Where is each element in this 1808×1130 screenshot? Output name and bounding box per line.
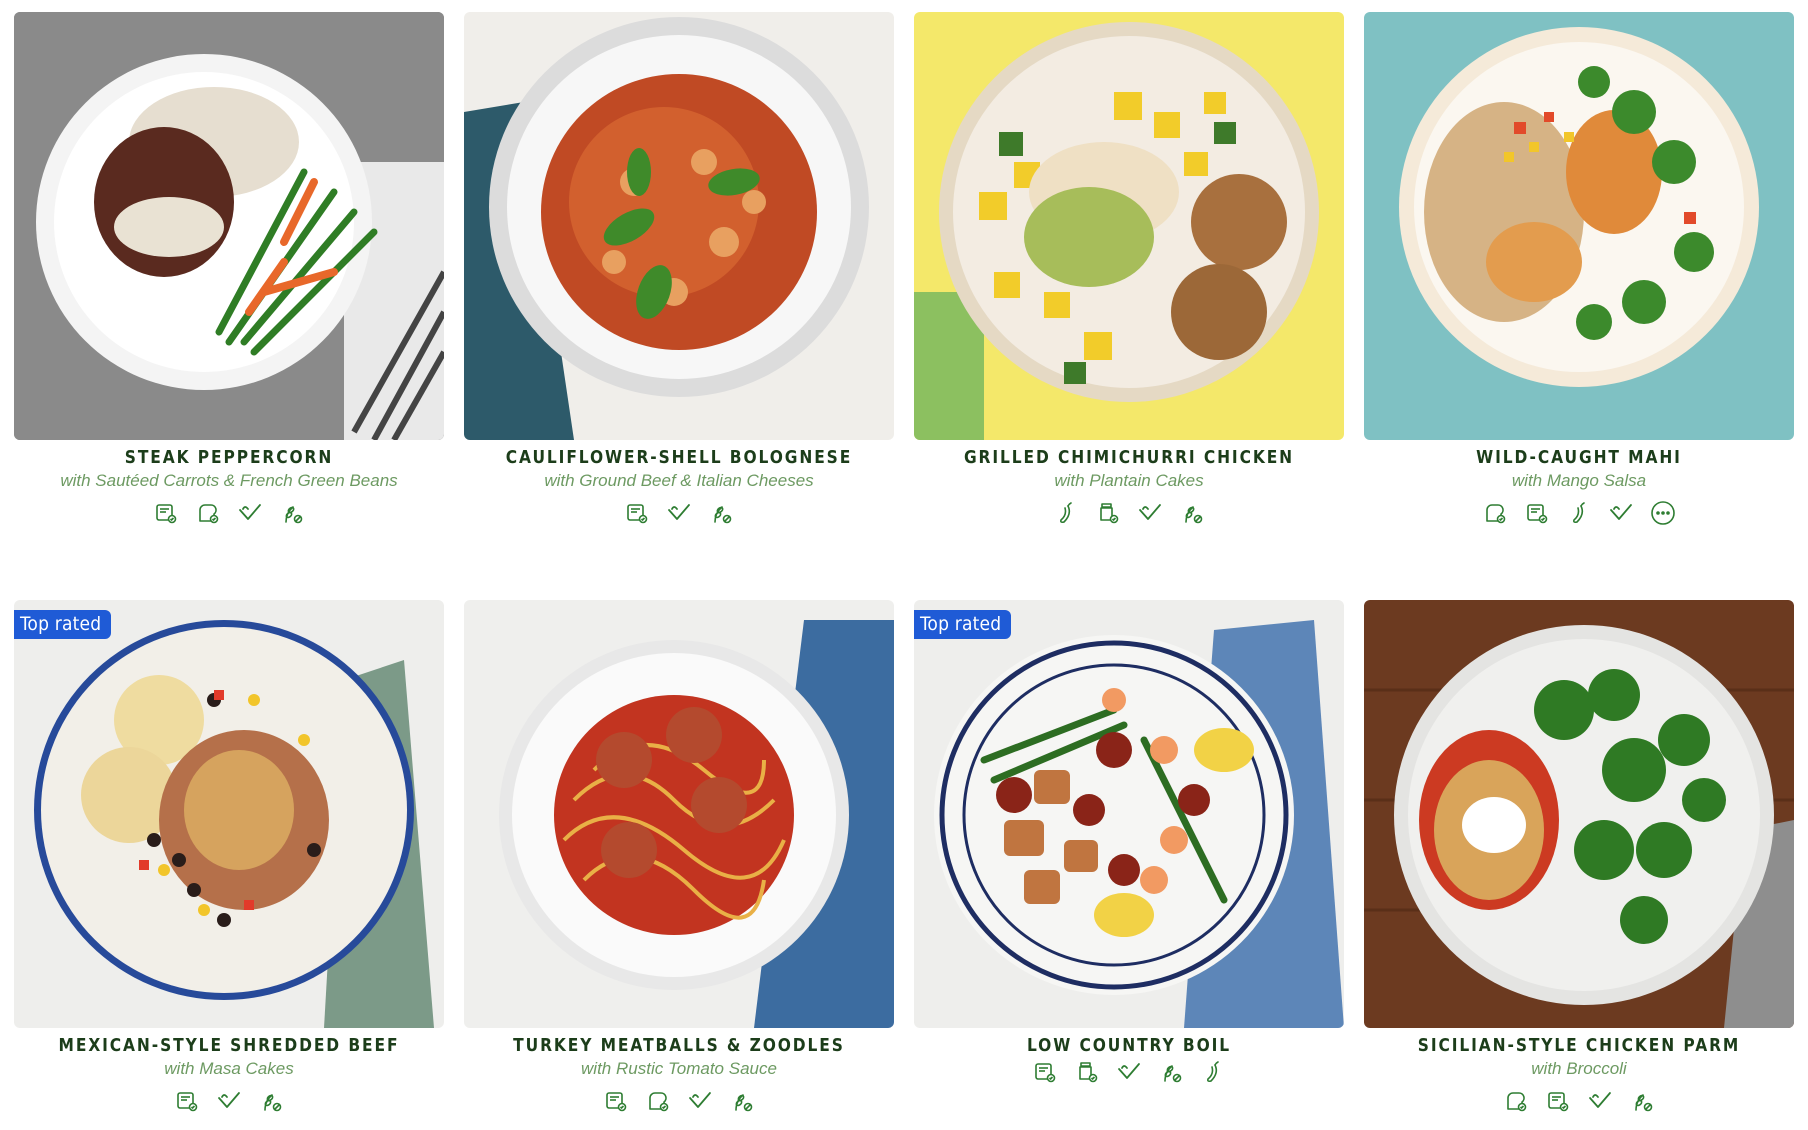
meal-photo[interactable] (1364, 12, 1794, 440)
meal-attribute-icons (14, 1087, 444, 1115)
chili-icon (1053, 500, 1079, 526)
meal-attribute-icons (464, 1087, 894, 1115)
heart-check-icon (237, 500, 263, 526)
heart-check-icon (216, 1088, 242, 1114)
meal-card[interactable]: Top rated LOW COUNTRY BOIL (914, 600, 1344, 1120)
recipe-card-icon (603, 1088, 629, 1114)
meal-photo[interactable] (464, 12, 894, 440)
gluten-free-icon (708, 500, 734, 526)
bread-icon (645, 1088, 671, 1114)
heart-check-icon (1137, 500, 1163, 526)
heart-check-icon (1116, 1059, 1142, 1085)
recipe-card-icon (1545, 1088, 1571, 1114)
meal-title[interactable]: TURKEY MEATBALLS & ZOODLES (494, 1035, 864, 1056)
gluten-free-icon (279, 500, 305, 526)
meal-title[interactable]: GRILLED CHIMICHURRI CHICKEN (944, 447, 1314, 468)
recipe-card-icon (153, 500, 179, 526)
meal-title[interactable]: CAULIFLOWER-SHELL BOLOGNESE (494, 447, 864, 468)
meal-title[interactable]: STEAK PEPPERCORN (44, 447, 414, 468)
chili-icon (1566, 500, 1592, 526)
bread-icon (195, 500, 221, 526)
meal-photo[interactable] (1364, 600, 1794, 1028)
meal-title[interactable]: SICILIAN-STYLE CHICKEN PARM (1394, 1035, 1764, 1056)
meal-photo[interactable]: Top rated (914, 600, 1344, 1028)
gluten-free-icon (729, 1088, 755, 1114)
jar-icon (1095, 500, 1121, 526)
bread-icon (1482, 500, 1508, 526)
recipe-card-icon (1524, 500, 1550, 526)
recipe-card-icon (1032, 1059, 1058, 1085)
gluten-free-icon (1158, 1059, 1184, 1085)
meal-photo[interactable] (914, 12, 1344, 440)
meal-subtitle: with Masa Cakes (164, 1059, 294, 1078)
meal-photo[interactable] (464, 600, 894, 1028)
meal-attribute-icons (1364, 499, 1794, 527)
heart-check-icon (666, 500, 692, 526)
top-rated-badge: Top rated (14, 610, 112, 645)
meal-photo[interactable] (14, 12, 444, 440)
meal-subtitle: with Sautéed Carrots & French Green Bean… (60, 471, 398, 490)
meal-title[interactable]: LOW COUNTRY BOIL (944, 1035, 1314, 1056)
meal-subtitle: with Ground Beef & Italian Cheeses (544, 471, 814, 490)
meal-title[interactable]: MEXICAN-STYLE SHREDDED BEEF (44, 1035, 414, 1056)
meal-attribute-icons (914, 499, 1344, 527)
meal-title[interactable]: WILD-CAUGHT MAHI (1394, 447, 1764, 468)
heart-check-icon (687, 1088, 713, 1114)
jar-icon (1074, 1059, 1100, 1085)
gluten-free-icon (1179, 500, 1205, 526)
heart-check-icon (1608, 500, 1634, 526)
bread-icon (1503, 1088, 1529, 1114)
chili-icon (1200, 1059, 1226, 1085)
meal-attribute-icons (464, 499, 894, 527)
gluten-free-icon (1629, 1088, 1655, 1114)
meal-card[interactable]: TURKEY MEATBALLS & ZOODLES with Rustic T… (464, 600, 894, 1120)
gluten-free-icon (258, 1088, 284, 1114)
meal-card[interactable]: Top rated MEXICAN-STYLE SHREDDED BEEF wi… (14, 600, 444, 1120)
meal-card[interactable]: STEAK PEPPERCORN with Sautéed Carrots & … (14, 12, 444, 532)
meal-subtitle: with Broccoli (1531, 1059, 1627, 1078)
meal-grid: STEAK PEPPERCORN with Sautéed Carrots & … (14, 12, 1794, 1120)
meal-attribute-icons (914, 1058, 1344, 1086)
more-icon[interactable] (1650, 500, 1676, 526)
meal-subtitle: with Rustic Tomato Sauce (581, 1059, 777, 1078)
meal-attribute-icons (1364, 1087, 1794, 1115)
recipe-card-icon (174, 1088, 200, 1114)
meal-card[interactable]: WILD-CAUGHT MAHI with Mango Salsa (1364, 12, 1794, 532)
recipe-card-icon (624, 500, 650, 526)
meal-subtitle: with Plantain Cakes (1054, 471, 1204, 490)
meal-subtitle: with Mango Salsa (1511, 471, 1647, 490)
meal-attribute-icons (14, 499, 444, 527)
meal-photo[interactable]: Top rated (14, 600, 444, 1028)
meal-card[interactable]: GRILLED CHIMICHURRI CHICKEN with Plantai… (914, 12, 1344, 532)
meal-card[interactable]: CAULIFLOWER-SHELL BOLOGNESE with Ground … (464, 12, 894, 532)
top-rated-badge: Top rated (914, 610, 1012, 645)
heart-check-icon (1587, 1088, 1613, 1114)
meal-card[interactable]: SICILIAN-STYLE CHICKEN PARM with Broccol… (1364, 600, 1794, 1120)
